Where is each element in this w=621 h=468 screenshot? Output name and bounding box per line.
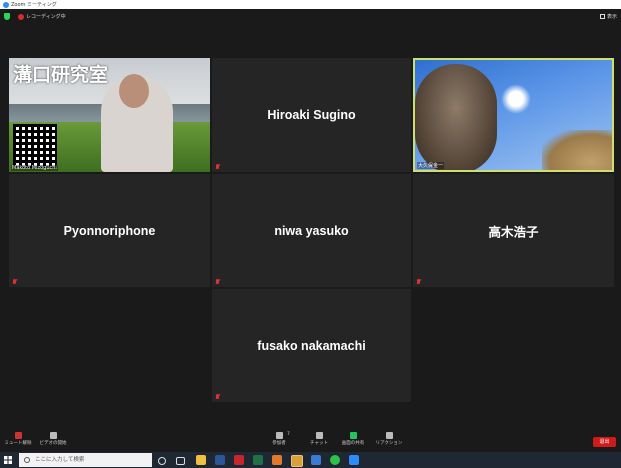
meeting-toolbar: ミュート解除 ビデオの開始 参加者 7 チャット 画面の共有 リアクション 退出 bbox=[0, 431, 621, 452]
participants-count: 7 bbox=[287, 432, 290, 437]
start-video-button[interactable]: ビデオの開始 bbox=[38, 432, 68, 446]
grid-view-icon bbox=[599, 14, 605, 19]
window-titlebar: Zoom ミーティング bbox=[0, 0, 621, 9]
recording-dot-icon bbox=[18, 14, 24, 20]
file-explorer-icon[interactable] bbox=[196, 455, 206, 465]
chat-icon bbox=[315, 432, 323, 439]
participant-name: Pyonnoriphone bbox=[63, 223, 156, 238]
acrobat-icon[interactable] bbox=[234, 455, 244, 465]
view-button[interactable]: 表示 bbox=[599, 13, 617, 20]
reactions-label: リアクション bbox=[375, 441, 403, 446]
leave-meeting-button[interactable]: 退出 bbox=[593, 437, 616, 447]
search-icon bbox=[24, 457, 30, 463]
word-icon[interactable] bbox=[215, 455, 225, 465]
participant-video-face bbox=[415, 64, 497, 170]
participant-name: Hiroaki Sugino bbox=[267, 108, 356, 122]
muted-mic-icon bbox=[215, 279, 220, 285]
share-screen-button[interactable]: 画面の共有 bbox=[339, 432, 367, 446]
participant-name: niwa yasuko bbox=[274, 223, 349, 238]
muted-mic-icon bbox=[12, 279, 17, 285]
security-shield-icon[interactable] bbox=[4, 13, 10, 20]
start-video-label: ビデオの開始 bbox=[39, 441, 67, 446]
chat-button[interactable]: チャット bbox=[308, 432, 330, 446]
zoom-taskbar-icon[interactable] bbox=[349, 455, 359, 465]
muted-mic-icon bbox=[215, 164, 220, 170]
excel-icon[interactable] bbox=[253, 455, 263, 465]
video-sun-glare bbox=[501, 84, 531, 114]
chat-label: チャット bbox=[310, 441, 328, 446]
muted-mic-icon bbox=[215, 394, 220, 400]
participant-tile[interactable]: Pyonnoriphone bbox=[9, 174, 210, 287]
video-foreground-blur bbox=[542, 130, 612, 170]
participant-tile[interactable]: niwa yasuko bbox=[212, 174, 411, 287]
participant-tile[interactable]: 溝口研究室 Makoto Mizoguchi bbox=[9, 58, 210, 172]
taskbar-search-placeholder: ここに入力して検索 bbox=[35, 457, 85, 463]
participant-name: 高木浩子 bbox=[488, 225, 539, 239]
chrome-icon[interactable] bbox=[291, 455, 303, 467]
meeting-header: レコーディング中 表示 bbox=[0, 9, 621, 25]
reactions-button[interactable]: リアクション bbox=[375, 432, 403, 446]
view-label: 表示 bbox=[606, 14, 617, 20]
share-screen-icon bbox=[349, 432, 357, 439]
participant-tile[interactable]: 高木浩子 bbox=[413, 174, 614, 287]
participant-name-tag: Makoto Mizoguchi bbox=[11, 165, 58, 171]
participant-tile-active-speaker[interactable]: 大久保金一 bbox=[413, 58, 614, 172]
lab-title-overlay: 溝口研究室 bbox=[13, 64, 109, 86]
participants-icon bbox=[275, 432, 283, 439]
reactions-icon bbox=[385, 432, 393, 439]
participant-name: fusako nakamachi bbox=[257, 338, 366, 353]
participant-tile[interactable]: fusako nakamachi bbox=[212, 289, 411, 402]
video-off-icon bbox=[49, 432, 57, 439]
taskbar-search-box[interactable]: ここに入力して検索 bbox=[19, 453, 152, 467]
recording-status: レコーディング中 bbox=[26, 14, 66, 20]
unmute-label: ミュート解除 bbox=[4, 441, 32, 446]
window-title: Zoom ミーティング bbox=[11, 2, 57, 8]
zoom-logo-icon bbox=[3, 1, 9, 8]
windows-taskbar: ここに入力して検索 bbox=[0, 452, 621, 468]
unmute-button[interactable]: ミュート解除 bbox=[4, 432, 32, 446]
participant-video-head bbox=[119, 74, 149, 108]
task-view-icon[interactable] bbox=[176, 457, 185, 465]
muted-mic-icon bbox=[416, 279, 421, 285]
participant-name-tag: 大久保金一 bbox=[417, 162, 445, 169]
muted-microphone-icon bbox=[14, 432, 22, 439]
line-icon[interactable] bbox=[330, 455, 340, 465]
cortana-icon[interactable] bbox=[158, 457, 166, 465]
share-screen-label: 画面の共有 bbox=[341, 441, 365, 446]
photos-icon[interactable] bbox=[272, 455, 282, 465]
windows-start-icon[interactable] bbox=[4, 456, 12, 464]
participant-tile[interactable]: Hiroaki Sugino bbox=[212, 58, 411, 172]
mail-icon[interactable] bbox=[311, 455, 321, 465]
qr-code-image bbox=[13, 124, 57, 168]
participants-label: 参加者 bbox=[272, 441, 286, 446]
